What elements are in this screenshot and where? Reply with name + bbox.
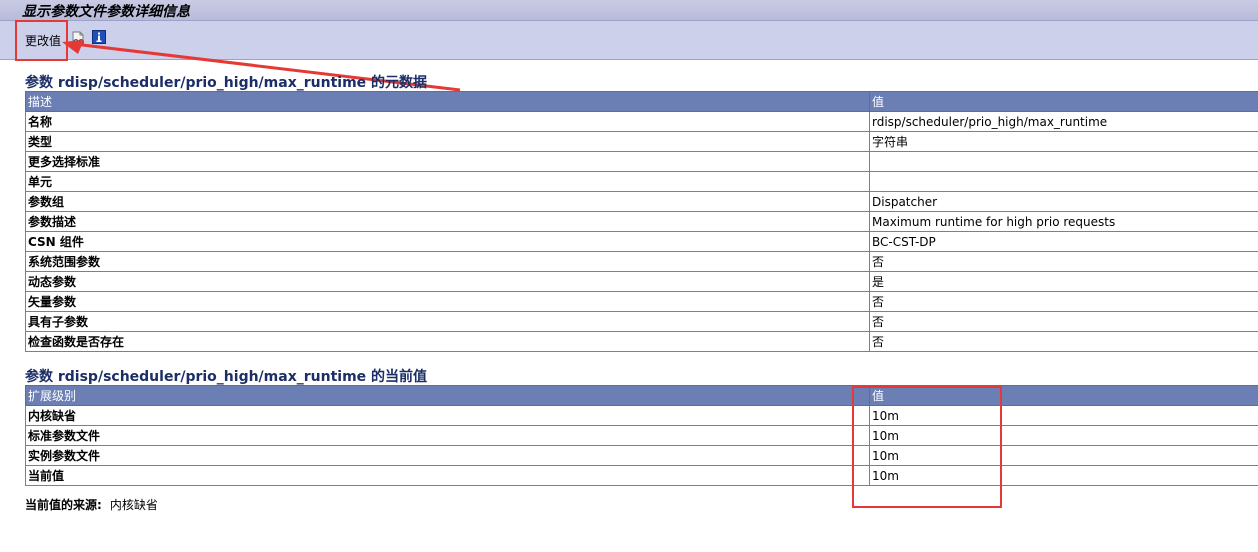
table-row: 参数描述 Maximum runtime for high prio reques… xyxy=(25,211,1258,232)
table-row: 实例参数文件 10m xyxy=(25,445,1258,466)
source-value: 内核缺省 xyxy=(109,498,158,512)
table-row: 类型 字符串 xyxy=(25,131,1258,152)
table-row: 检查函数是否存在否 xyxy=(25,331,1258,352)
table-row: 更多选择标准 xyxy=(25,151,1258,172)
table-row: 具有子参数否 xyxy=(25,311,1258,332)
toolbar: 更改值 xyxy=(0,21,1258,60)
info-icon[interactable] xyxy=(92,30,106,44)
table-row: 参数组 Dispatcher xyxy=(25,191,1258,212)
table-row: 系统范围参数否 xyxy=(25,251,1258,272)
header-value: 值 xyxy=(869,91,1258,112)
current-values-table: 扩展级别 值 内核缺省 10m 标准参数文件 10m 实例参数文件 10m 当前值 10… xyxy=(25,385,1258,486)
table-row: 单元 xyxy=(25,171,1258,192)
metadata-title: 参数 rdisp/scheduler/prio_high/max_runtime… xyxy=(25,75,428,91)
metadata-table: 描述 值 名称 rdisp/scheduler/prio_high/max_run… xyxy=(25,91,1258,352)
table-row: CSN 组件 BC-CST-DP xyxy=(25,231,1258,252)
table-header-row: 描述 值 xyxy=(25,91,1258,112)
table-header-row: 扩展级别 值 xyxy=(25,385,1258,406)
table-row: 名称 rdisp/scheduler/prio_high/max_runtime xyxy=(25,111,1258,132)
table-row: 标准参数文件 10m xyxy=(25,425,1258,446)
header-extension-level: 扩展级别 xyxy=(25,385,870,406)
document-glasses-icon[interactable] xyxy=(70,31,86,47)
header-value: 值 xyxy=(869,385,1258,406)
change-value-button[interactable]: 更改值 xyxy=(25,32,61,49)
window-title: 显示参数文件参数详细信息 xyxy=(22,4,190,20)
table-row: 当前值 10m xyxy=(25,465,1258,486)
current-values-title: 参数 rdisp/scheduler/prio_high/max_runtime… xyxy=(25,369,428,385)
table-row: 动态参数是 xyxy=(25,271,1258,292)
detail-content: 参数 rdisp/scheduler/prio_high/max_runtime… xyxy=(0,60,1258,552)
header-description: 描述 xyxy=(25,91,870,112)
table-row: 内核缺省 10m xyxy=(25,405,1258,426)
table-row: 矢量参数否 xyxy=(25,291,1258,312)
window-titlebar: 显示参数文件参数详细信息 xyxy=(0,0,1258,21)
source-label: 当前值的来源: xyxy=(25,498,102,512)
current-value-source: 当前值的来源: 内核缺省 xyxy=(25,496,158,513)
